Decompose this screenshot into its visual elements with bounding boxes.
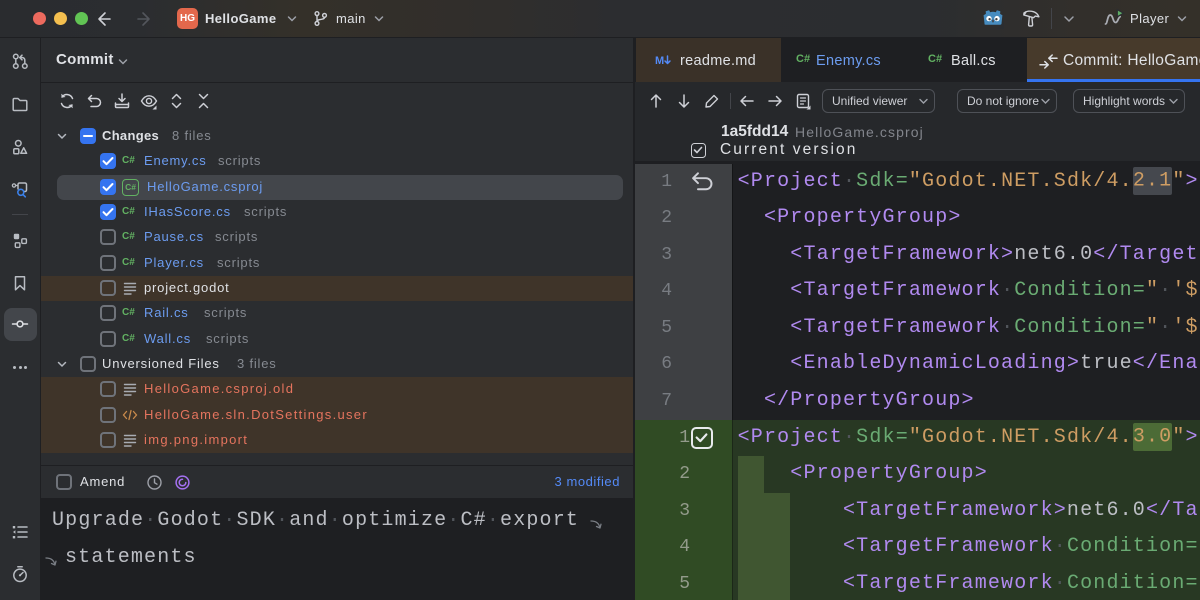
svg-text:M: M (655, 55, 664, 67)
